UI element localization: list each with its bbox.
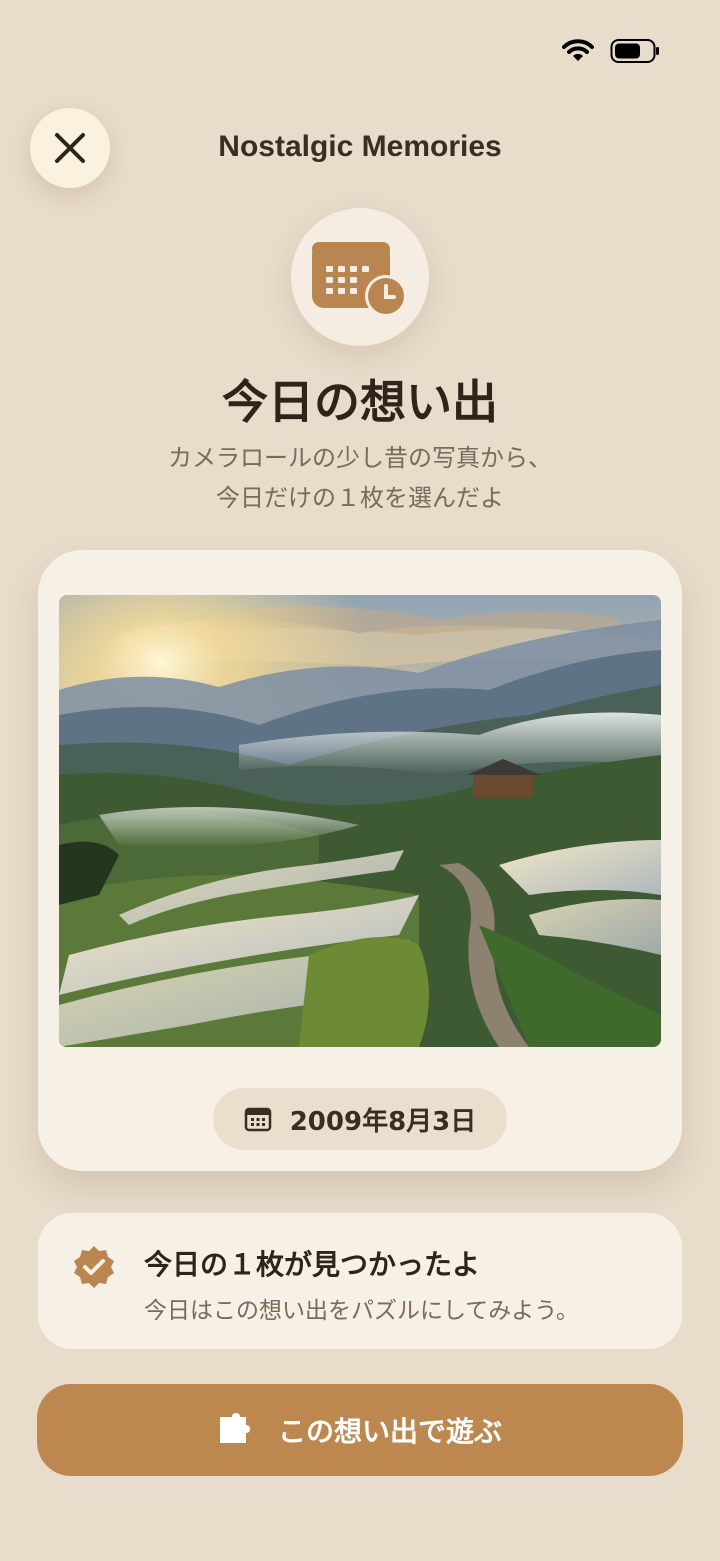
hero-icon-circle (291, 208, 429, 346)
page-subtitle: カメラロールの少し昔の写真から、 今日だけの１枚を選んだよ (0, 438, 720, 518)
photo-date-pill: 2009年8月3日 (213, 1088, 507, 1150)
play-button-label: この想い出で遊ぶ (277, 1415, 502, 1448)
app-title: Nostalgic Memories (218, 130, 502, 163)
rice-terrace-landscape-image (59, 595, 661, 1047)
wifi-icon (562, 39, 594, 61)
battery-icon (610, 39, 659, 63)
photo-date: 2009年8月3日 (289, 1106, 477, 1137)
calendar-icon (244, 1107, 271, 1132)
photo-card: 2009年8月3日 (38, 550, 682, 1171)
subtitle-line-1: カメラロールの少し昔の写真から、 (168, 444, 552, 472)
info-text: 今日はこの想い出をパズルにしてみよう。 (144, 1298, 579, 1324)
memory-photo[interactable] (59, 595, 661, 1047)
status-bar (562, 38, 660, 64)
puzzle-icon (219, 1413, 250, 1443)
info-card: 今日の１枚が見つかったよ 今日はこの想い出をパズルにしてみよう。 (38, 1213, 682, 1349)
verified-badge-icon (74, 1246, 114, 1288)
info-title: 今日の１枚が見つかったよ (144, 1248, 481, 1281)
play-memory-button[interactable]: この想い出で遊ぶ (37, 1384, 683, 1476)
subtitle-line-2: 今日だけの１枚を選んだよ (216, 484, 504, 512)
page-heading: 今日の想い出 (222, 375, 498, 429)
calendar-clock-icon (312, 242, 407, 317)
